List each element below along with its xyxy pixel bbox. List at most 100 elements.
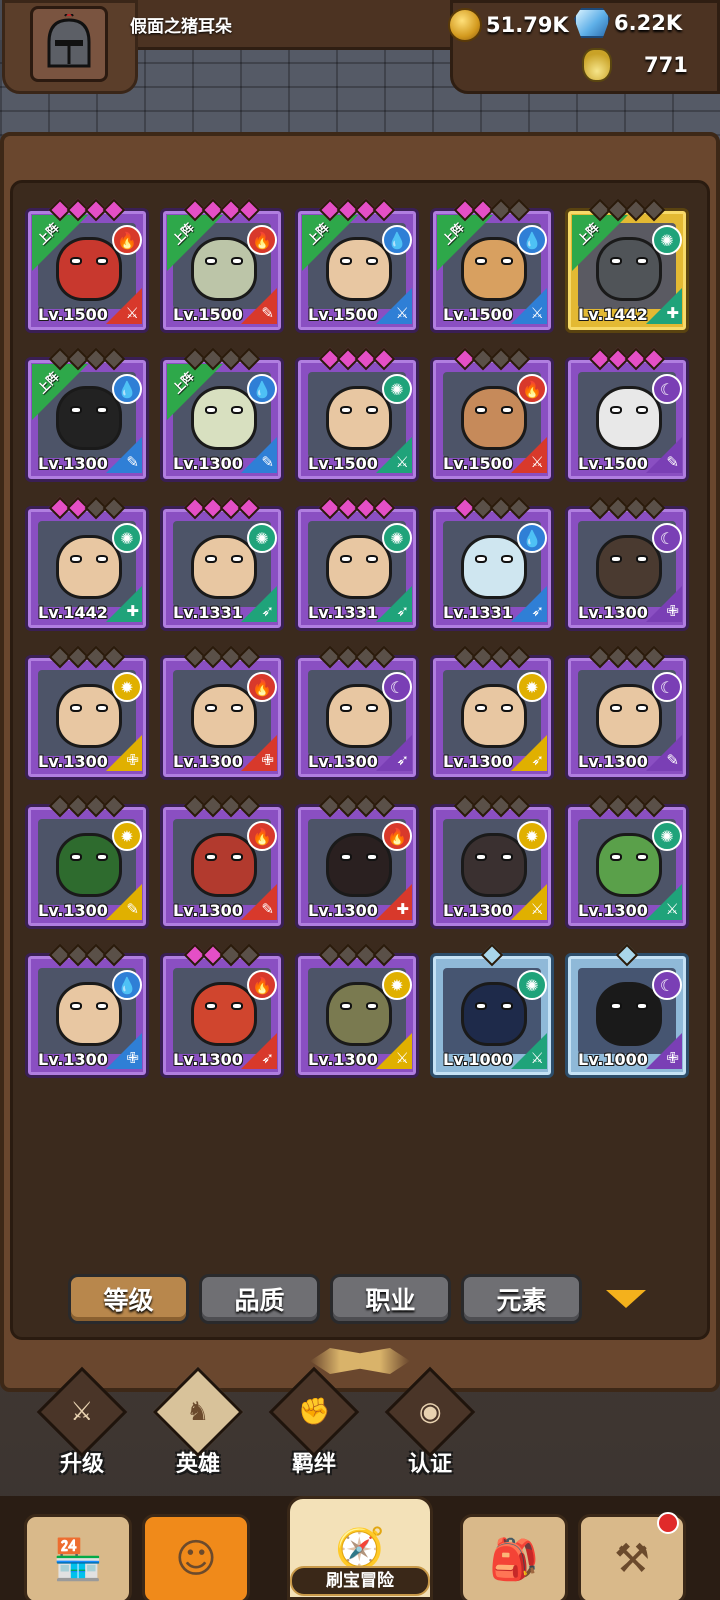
fire-element-icon: 🔥	[247, 970, 277, 1000]
hero-card[interactable]: ✺ ⚔ Lv.1500	[295, 347, 419, 482]
star-rank	[318, 794, 396, 818]
star-icon	[507, 347, 531, 371]
hero-card[interactable]: ✺ ⚔ Lv.1000	[430, 943, 554, 1078]
hero-card[interactable]: ☾ ✎ Lv.1300	[565, 645, 689, 780]
star-rank	[48, 347, 126, 371]
hero-card[interactable]: 上阵 💧 ⚔ Lv.1500	[295, 198, 419, 333]
hero-card[interactable]: 🔥 ✚ Lv.1300	[295, 794, 419, 929]
hero-card[interactable]: ☾ ➶ Lv.1300	[295, 645, 419, 780]
star-icon	[372, 347, 396, 371]
star-icon	[102, 645, 126, 669]
hammer-icon: ⚒	[614, 1536, 650, 1582]
hero-card[interactable]: 上阵 💧 ✎ Lv.1300	[25, 347, 149, 482]
hero-eye	[501, 406, 513, 414]
star-icon	[102, 794, 126, 818]
hero-eye	[501, 555, 513, 563]
hero-card[interactable]: ✹ ✙ Lv.1300	[25, 645, 149, 780]
star-rank	[588, 794, 666, 818]
hero-card[interactable]: ✹ ✎ Lv.1300	[25, 794, 149, 929]
hero-card[interactable]: 💧 ✙ Lv.1300	[25, 943, 149, 1078]
hero-eye	[636, 704, 648, 712]
hero-face	[461, 535, 527, 599]
filter-tab-class[interactable]: 职业	[330, 1274, 451, 1324]
hero-card[interactable]: 上阵 🔥 ⚔ Lv.1500	[25, 198, 149, 333]
hero-eye	[501, 853, 513, 861]
subnav-bonds[interactable]: ✊ 羁绊	[264, 1366, 364, 1478]
hero-card[interactable]: 🔥 ➶ Lv.1300	[160, 943, 284, 1078]
hero-level: Lv.1300	[38, 454, 108, 473]
fire-element-icon: 🔥	[247, 672, 277, 702]
hero-card[interactable]: ✺ ⚔ Lv.1300	[565, 794, 689, 929]
hero-card[interactable]: ✹ ⚔ Lv.1300	[295, 943, 419, 1078]
star-rank	[183, 198, 261, 222]
player-avatar[interactable]	[30, 6, 108, 82]
hero-level: Lv.1300	[578, 752, 648, 771]
hero-card[interactable]: 上阵 🔥 ✎ Lv.1500	[160, 198, 284, 333]
hero-card[interactable]: 上阵 ✺ ✚ Lv.1442	[565, 198, 689, 333]
hero-card[interactable]: 🔥 ⚔ Lv.1500	[430, 347, 554, 482]
subnav-certify[interactable]: ◉ 认证	[380, 1366, 480, 1478]
hero-face	[326, 833, 392, 897]
hero-level: Lv.1442	[578, 305, 648, 324]
hero-face	[56, 535, 122, 599]
hero-card[interactable]: ☾ ✎ Lv.1500	[565, 347, 689, 482]
subnav-heroes[interactable]: ♞ 英雄	[148, 1366, 248, 1478]
potion-counter[interactable]: 771	[582, 48, 688, 82]
nav-inventory-button[interactable]: 🎒	[460, 1514, 568, 1600]
hero-level: Lv.1300	[173, 1050, 243, 1069]
treasure-map-icon: 🧭	[335, 1525, 385, 1572]
hero-eye	[475, 406, 487, 414]
fire-element-icon: 🔥	[112, 225, 142, 255]
dark-element-icon: ☾	[652, 672, 682, 702]
hero-card[interactable]: ✹ ⚔ Lv.1300	[430, 794, 554, 929]
hero-eye	[340, 704, 352, 712]
hero-card[interactable]: 🔥 ✙ Lv.1300	[160, 645, 284, 780]
hero-eye	[70, 257, 82, 265]
hero-eye	[205, 704, 217, 712]
hero-face	[596, 535, 662, 599]
star-rank	[48, 794, 126, 818]
hero-card[interactable]: 上阵 💧 ✎ Lv.1300	[160, 347, 284, 482]
subnav-bonds-frame: ✊	[268, 1366, 360, 1458]
star-rank	[48, 645, 126, 669]
subnav-upgrade[interactable]: ⚔ 升级	[32, 1366, 132, 1478]
star-rank	[48, 198, 126, 222]
hero-eye	[205, 1002, 217, 1010]
hero-face	[326, 684, 392, 748]
hero-card[interactable]: 💧 ➶ Lv.1331	[430, 496, 554, 631]
gem-counter[interactable]: 6.22K	[574, 8, 682, 38]
hero-eye	[340, 257, 352, 265]
hero-card[interactable]: ☾ ✙ Lv.1300	[565, 496, 689, 631]
hero-eye	[70, 1002, 82, 1010]
hero-card[interactable]: ✺ ➶ Lv.1331	[295, 496, 419, 631]
hero-card[interactable]: ✺ ✚ Lv.1442	[25, 496, 149, 631]
star-icon	[237, 347, 261, 371]
gold-amount: 51.79K	[486, 13, 569, 37]
filter-tab-level[interactable]: 等级	[68, 1274, 189, 1324]
filter-tab-element[interactable]: 元素	[461, 1274, 582, 1324]
star-icon	[102, 496, 126, 520]
hero-face	[191, 386, 257, 450]
hero-card[interactable]: ✹ ➶ Lv.1300	[430, 645, 554, 780]
player-name: 假面之猪耳朵	[130, 17, 232, 37]
gold-counter[interactable]: 51.79K	[448, 8, 569, 42]
star-rank	[453, 347, 531, 371]
sort-order-toggle[interactable]	[606, 1290, 646, 1308]
hero-face	[191, 833, 257, 897]
star-rank	[588, 496, 666, 520]
hero-card[interactable]: ☾ ✙ Lv.1000	[565, 943, 689, 1078]
hero-level: Lv.1500	[308, 454, 378, 473]
wind-element-icon: ✺	[517, 970, 547, 1000]
hero-card[interactable]: 上阵 💧 ⚔ Lv.1500	[430, 198, 554, 333]
filter-tab-quality[interactable]: 品质	[199, 1274, 320, 1324]
star-rank	[453, 198, 531, 222]
hero-card[interactable]: ✺ ➶ Lv.1331	[160, 496, 284, 631]
wind-element-icon: ✺	[247, 523, 277, 553]
deployed-label: 上阵	[34, 369, 62, 397]
nav-shop-button[interactable]: 🏪	[24, 1514, 132, 1600]
hero-face	[191, 982, 257, 1046]
hero-eye	[636, 555, 648, 563]
knight-helmet-icon	[47, 14, 91, 68]
hero-card[interactable]: 🔥 ✎ Lv.1300	[160, 794, 284, 929]
nav-heroes-button[interactable]: ☺	[142, 1514, 250, 1600]
